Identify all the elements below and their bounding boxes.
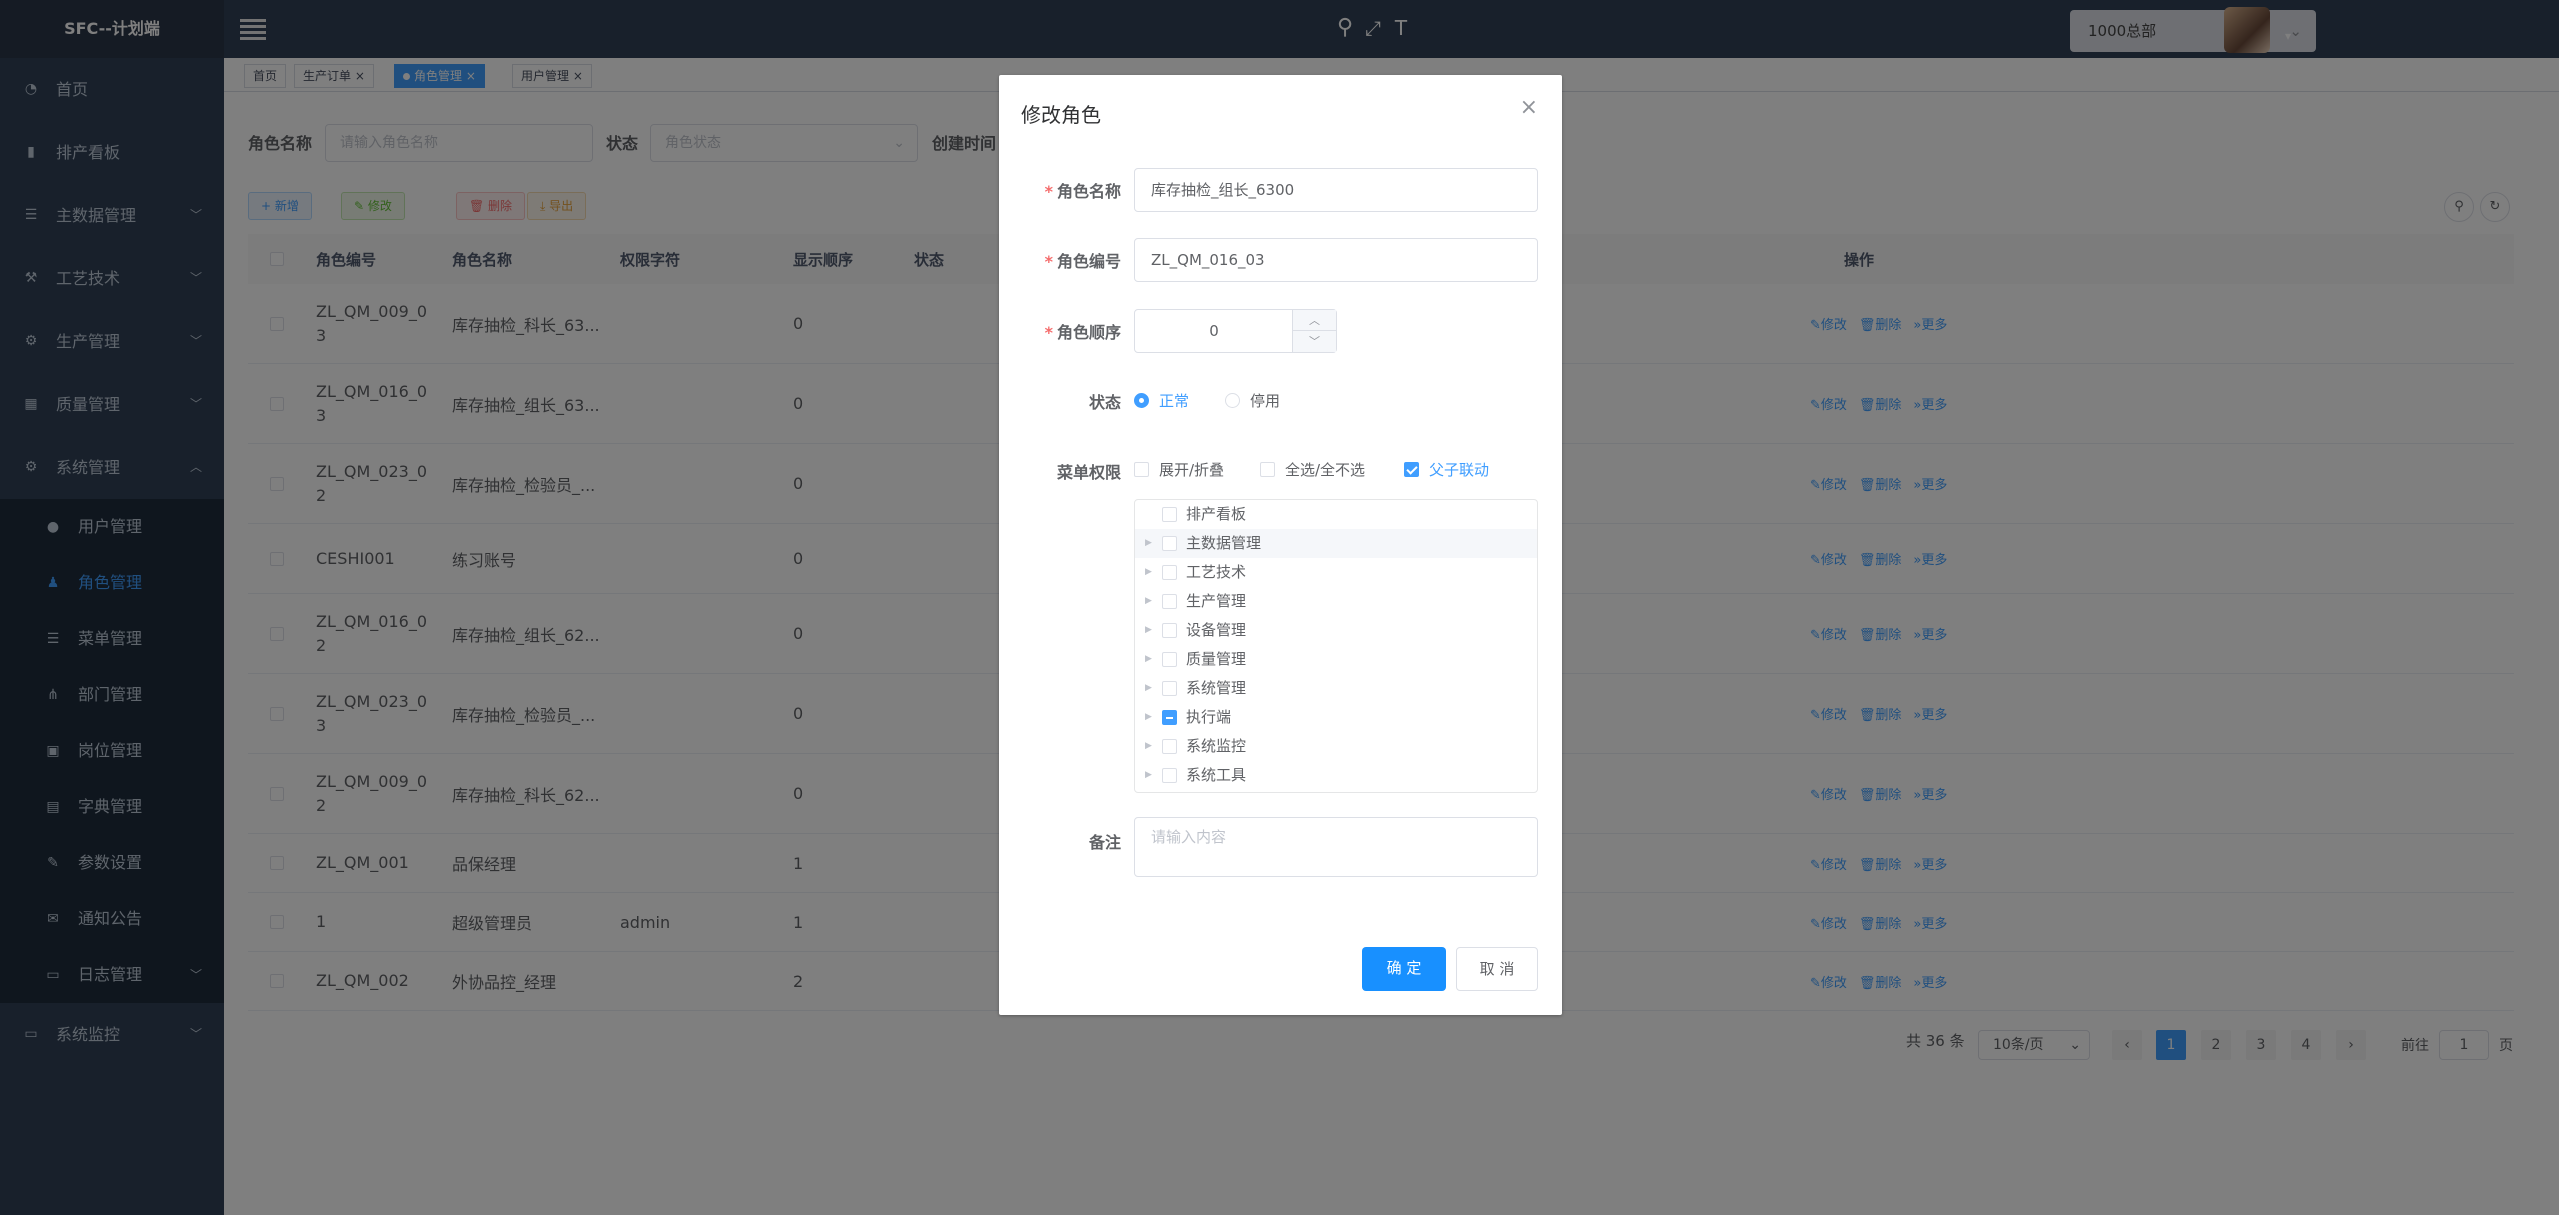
radio-label: 正常	[1159, 392, 1190, 410]
tree-node-label: 工艺技术	[1186, 563, 1247, 581]
tree-node[interactable]: ▶ 设备管理	[1135, 616, 1537, 645]
tree-node-checkbox[interactable]	[1162, 739, 1177, 754]
tree-node[interactable]: ▶ 主数据管理	[1135, 529, 1537, 558]
tree-node-label: 系统工具	[1186, 766, 1247, 784]
role-order-value[interactable]: 0	[1135, 310, 1293, 352]
remark-textarea[interactable]: 请输入内容	[1134, 817, 1538, 877]
tree-node[interactable]: ▶ 工艺技术	[1135, 558, 1537, 587]
tree-node-label: 主数据管理	[1186, 534, 1262, 552]
tree-node-label: 执行端	[1186, 708, 1232, 726]
caret-right-icon[interactable]: ▶	[1145, 529, 1152, 558]
status-radio-normal[interactable]: 正常	[1134, 390, 1189, 411]
decrease-arrow-icon[interactable]: ﹀	[1292, 331, 1336, 352]
status-field-label: 状态	[1088, 393, 1121, 412]
tree-node[interactable]: ▶ 系统监控	[1135, 732, 1537, 761]
tree-node-checkbox[interactable]	[1162, 536, 1177, 551]
tree-node[interactable]: 排产看板	[1135, 500, 1537, 529]
tree-node-label: 排产看板	[1186, 505, 1247, 523]
increase-arrow-icon[interactable]: ︿	[1292, 310, 1336, 331]
status-radio-disabled[interactable]: 停用	[1225, 390, 1280, 411]
role-code-field[interactable]: ZL_QM_016_03	[1134, 238, 1538, 282]
tree-node[interactable]: ▶ 系统管理	[1135, 674, 1537, 703]
caret-right-icon[interactable]: ▶	[1145, 703, 1152, 732]
caret-right-icon[interactable]: ▶	[1145, 732, 1152, 761]
tree-node-label: 系统管理	[1186, 679, 1247, 697]
tree-node-checkbox[interactable]	[1162, 623, 1177, 638]
tree-node-label: 生产管理	[1186, 592, 1247, 610]
caret-right-icon[interactable]: ▶	[1145, 645, 1152, 674]
role-name-field-label: * 角色名称	[1044, 182, 1121, 201]
tree-node-label: 设备管理	[1186, 621, 1247, 639]
tree-node-checkbox[interactable]	[1162, 594, 1177, 609]
role-code-field-label: * 角色编号	[1044, 252, 1121, 271]
dialog-title: 修改角色	[1021, 103, 1101, 127]
remark-label: 备注	[1088, 833, 1121, 852]
radio-label: 停用	[1250, 392, 1281, 410]
tree-node-label: 系统监控	[1186, 737, 1247, 755]
checkbox-label: 展开/折叠	[1159, 461, 1225, 479]
tree-node-checkbox[interactable]	[1162, 768, 1177, 783]
caret-right-icon[interactable]: ▶	[1145, 587, 1152, 616]
caret-right-icon[interactable]: ▶	[1145, 761, 1152, 790]
tree-node[interactable]: ▶ 生产管理	[1135, 587, 1537, 616]
caret-right-icon[interactable]: ▶	[1145, 558, 1152, 587]
tree-node-checkbox[interactable]	[1162, 652, 1177, 667]
tree-node-checkbox[interactable]	[1162, 681, 1177, 696]
expand-collapse-checkbox[interactable]: 展开/折叠	[1134, 459, 1224, 480]
tree-node-checkbox[interactable]	[1162, 565, 1177, 580]
caret-right-icon[interactable]: ▶	[1145, 616, 1152, 645]
menu-permission-tree: 排产看板 ▶ 主数据管理 ▶ 工艺技术 ▶ 生产管理 ▶ 设备管理 ▶ 质量管理 ▶ 系统管理 ▶ 执行端 ▶…	[1134, 499, 1538, 793]
tree-node-checkbox[interactable]	[1162, 507, 1177, 522]
role-order-field-label: * 角色顺序	[1044, 323, 1121, 342]
tree-node[interactable]: ▶ 执行端	[1135, 703, 1537, 732]
close-icon[interactable]: ×	[1520, 95, 1538, 120]
tree-node[interactable]: ▶ 质量管理	[1135, 645, 1537, 674]
edit-role-dialog: 修改角色 × * 角色名称 库存抽检_组长_6300 * 角色编号 ZL_QM_01…	[999, 75, 1562, 1015]
cancel-button[interactable]: 取 消	[1456, 947, 1538, 991]
parent-child-linkage-checkbox[interactable]: 父子联动	[1404, 459, 1489, 480]
tree-node-label: 质量管理	[1186, 650, 1247, 668]
tree-node[interactable]: ▶ 系统工具	[1135, 761, 1537, 790]
caret-right-icon[interactable]: ▶	[1145, 674, 1152, 703]
confirm-button[interactable]: 确 定	[1362, 947, 1446, 991]
menu-permission-label: 菜单权限	[1056, 463, 1121, 482]
role-name-field[interactable]: 库存抽检_组长_6300	[1134, 168, 1538, 212]
select-all-tree-checkbox[interactable]: 全选/全不选	[1260, 459, 1365, 480]
checkbox-label: 父子联动	[1429, 461, 1490, 479]
role-order-stepper[interactable]: 0 ︿ ﹀	[1134, 309, 1337, 353]
checkbox-label: 全选/全不选	[1285, 461, 1366, 479]
tree-node-checkbox[interactable]	[1162, 710, 1177, 725]
